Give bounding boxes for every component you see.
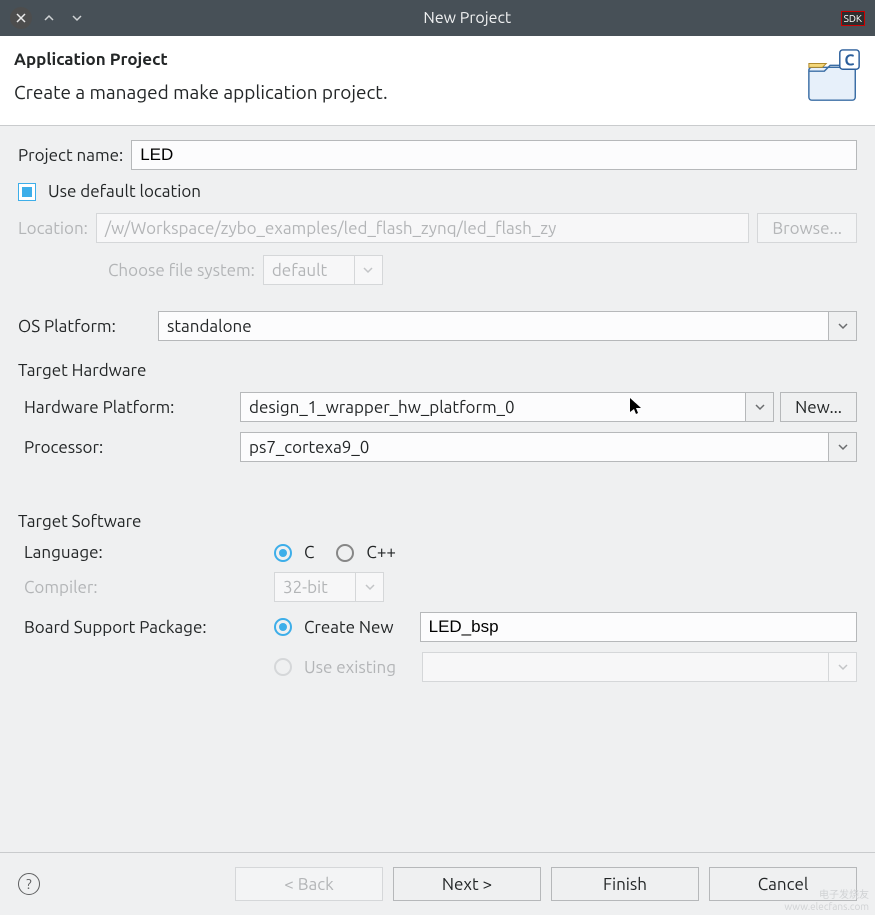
- titlebar: New Project SDK: [0, 0, 875, 36]
- bsp-existing-combo: [422, 652, 857, 682]
- os-platform-value: standalone: [158, 311, 829, 341]
- language-label: Language:: [24, 543, 274, 562]
- chevron-down-icon: [829, 652, 857, 682]
- chevron-down-icon[interactable]: [746, 392, 774, 422]
- location-label: Location:: [18, 219, 88, 238]
- compiler-value: 32-bit: [274, 572, 356, 602]
- window-close-button[interactable]: [10, 7, 32, 29]
- processor-value: ps7_cortexa9_0: [240, 432, 829, 462]
- hw-platform-combo[interactable]: design_1_wrapper_hw_platform_0: [240, 392, 774, 422]
- use-default-location-label: Use default location: [48, 182, 201, 201]
- header-icon: C: [805, 48, 863, 110]
- header-heading: Application Project: [14, 50, 855, 69]
- use-default-location-checkbox[interactable]: [18, 183, 36, 201]
- back-button: < Back: [235, 867, 383, 901]
- bsp-create-new-label: Create New: [304, 618, 394, 637]
- hw-platform-label: Hardware Platform:: [24, 398, 234, 417]
- choose-fs-label: Choose file system:: [108, 261, 255, 280]
- cancel-button[interactable]: Cancel: [709, 867, 857, 901]
- project-name-label: Project name:: [18, 146, 123, 165]
- wizard-footer: ? < Back Next > Finish Cancel 电子发烧友www.e…: [0, 852, 875, 915]
- chevron-down-icon[interactable]: [829, 311, 857, 341]
- wizard-body: Project name: Use default location Locat…: [0, 126, 875, 852]
- os-platform-combo[interactable]: standalone: [158, 311, 857, 341]
- window-down-button[interactable]: [66, 7, 88, 29]
- close-icon: [15, 12, 27, 24]
- language-c-label: C: [304, 543, 314, 562]
- os-platform-label: OS Platform:: [18, 317, 150, 336]
- browse-button: Browse...: [757, 213, 857, 243]
- language-cpp-label: C++: [366, 543, 396, 562]
- header-description: Create a managed make application projec…: [14, 81, 855, 103]
- svg-text:C: C: [845, 51, 855, 68]
- target-hardware-title: Target Hardware: [18, 361, 857, 380]
- bsp-create-new-radio[interactable]: [274, 618, 292, 636]
- chevron-down-icon: [355, 255, 383, 285]
- hw-platform-value: design_1_wrapper_hw_platform_0: [240, 392, 746, 422]
- chevron-up-icon: [43, 12, 55, 24]
- bsp-name-input[interactable]: [420, 612, 857, 642]
- wizard-header: Application Project Create a managed mak…: [0, 36, 875, 126]
- chevron-down-icon: [356, 572, 384, 602]
- next-button[interactable]: Next >: [393, 867, 541, 901]
- bsp-existing-value: [422, 652, 829, 682]
- chevron-down-icon: [71, 12, 83, 24]
- bsp-label: Board Support Package:: [24, 618, 274, 637]
- location-input: /w/Workspace/zybo_examples/led_flash_zyn…: [96, 213, 750, 243]
- choose-fs-value: default: [263, 255, 355, 285]
- processor-combo[interactable]: ps7_cortexa9_0: [240, 432, 857, 462]
- project-name-input[interactable]: [131, 140, 857, 170]
- language-cpp-radio[interactable]: [336, 544, 354, 562]
- compiler-label: Compiler:: [24, 578, 274, 597]
- bsp-use-existing-radio: [274, 658, 292, 676]
- help-button[interactable]: ?: [18, 873, 40, 895]
- finish-button[interactable]: Finish: [551, 867, 699, 901]
- c-project-icon: C: [805, 48, 863, 106]
- question-mark-icon: ?: [26, 876, 31, 892]
- chevron-down-icon[interactable]: [829, 432, 857, 462]
- processor-label: Processor:: [24, 438, 234, 457]
- new-hw-button[interactable]: New...: [780, 392, 857, 422]
- language-c-radio[interactable]: [274, 544, 292, 562]
- compiler-combo: 32-bit: [274, 572, 384, 602]
- choose-fs-combo: default: [263, 255, 383, 285]
- window-up-button[interactable]: [38, 7, 60, 29]
- bsp-use-existing-label: Use existing: [304, 658, 396, 677]
- sdk-badge: SDK: [841, 11, 865, 26]
- window-title: New Project: [94, 9, 841, 27]
- target-software-title: Target Software: [18, 512, 857, 531]
